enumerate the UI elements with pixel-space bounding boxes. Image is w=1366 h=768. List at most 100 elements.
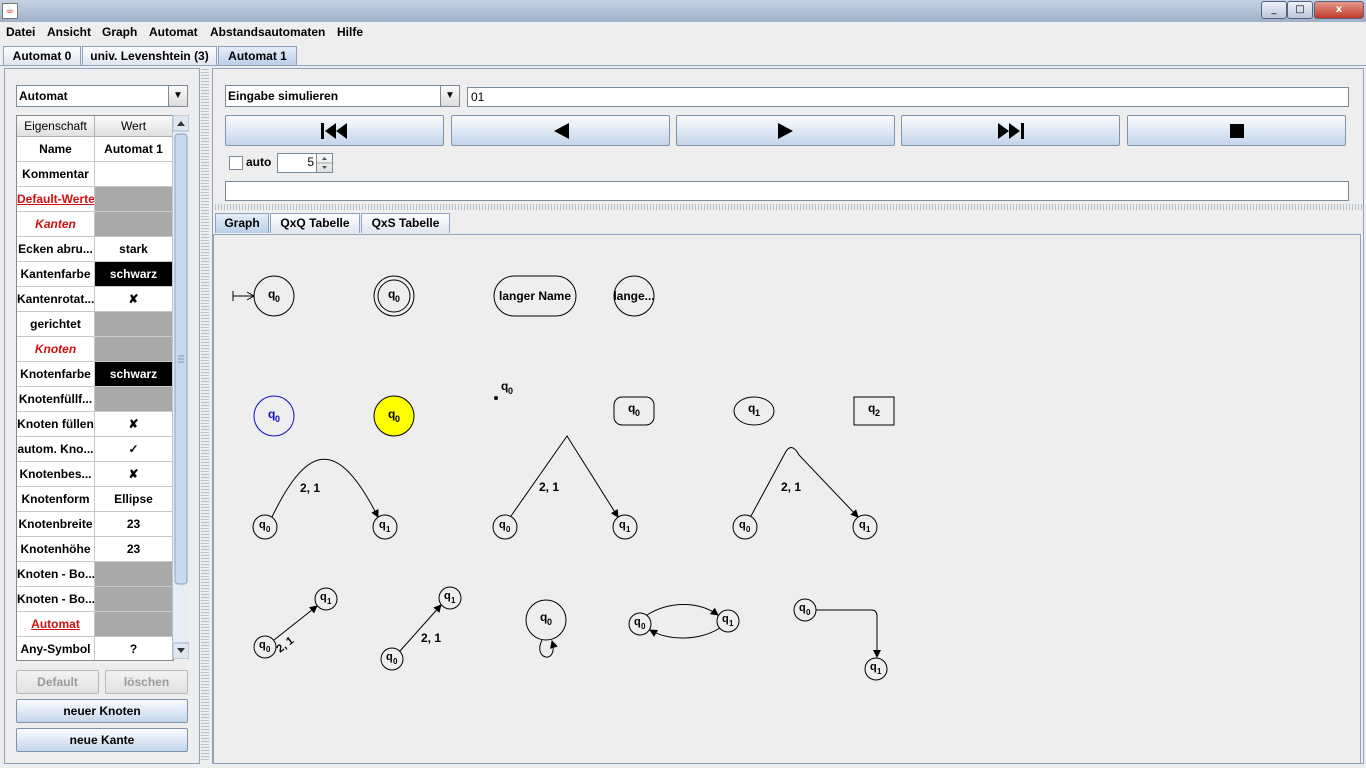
table-row[interactable]: Knotenhöhe 23 — [17, 537, 173, 562]
section-header-automaton[interactable]: Automat — [17, 612, 95, 637]
property-value[interactable]: Automat 1 — [95, 137, 173, 162]
node-label: q — [259, 519, 266, 531]
vertical-splitter[interactable] — [201, 68, 209, 762]
table-row[interactable]: Any-Symbol? — [17, 637, 173, 660]
section-header-default-values[interactable]: Default-Werte — [17, 187, 95, 212]
step-back-button[interactable] — [451, 115, 670, 146]
table-row[interactable]: gerichtet — [17, 312, 173, 337]
table-row[interactable]: Kanten — [17, 212, 173, 237]
column-header-value[interactable]: Wert — [95, 116, 173, 137]
simulation-input-field[interactable]: 01 — [467, 87, 1349, 107]
long-name-node[interactable]: langer Name — [493, 275, 577, 317]
start-state-node[interactable]: q 0 — [232, 275, 295, 317]
table-row[interactable]: Automat — [17, 612, 173, 637]
filled-yellow-node[interactable]: q 0 — [373, 395, 415, 437]
table-row[interactable]: Knoten - Bo... — [17, 562, 173, 587]
auto-speed-spinner[interactable]: 5 — [277, 153, 333, 173]
rounded-corner-edge-example[interactable]: q 0 q 1 2, 1 — [732, 447, 878, 540]
table-row[interactable]: Knotenfarbe schwarz — [17, 362, 173, 387]
property-value[interactable]: Ellipse — [95, 487, 173, 512]
tab-qxs-table[interactable]: QxS Tabelle — [361, 213, 450, 233]
property-value[interactable]: schwarz — [95, 362, 173, 387]
new-node-button[interactable]: neuer Knoten — [16, 699, 188, 723]
stop-button[interactable] — [1127, 115, 1346, 146]
section-header-nodes[interactable]: Knoten — [17, 337, 95, 362]
new-edge-button[interactable]: neue Kante — [16, 728, 188, 752]
property-value[interactable]: ✘ — [95, 462, 173, 487]
property-value[interactable]: ✘ — [95, 412, 173, 437]
property-name: Knotenhöhe — [17, 537, 95, 562]
table-row[interactable]: Knotenbes... ✘ — [17, 462, 173, 487]
property-scope-select[interactable]: Automat ▼ — [16, 85, 188, 107]
property-value[interactable]: ✓ — [95, 437, 173, 462]
auto-checkbox[interactable] — [229, 156, 243, 170]
menu-datei[interactable]: Datei — [6, 25, 35, 39]
minimize-button[interactable]: _ — [1261, 1, 1287, 19]
tab-univ-levenshtein[interactable]: univ. Levenshtein (3) — [82, 46, 217, 65]
table-row[interactable]: Kommentar — [17, 162, 173, 187]
blue-node[interactable]: q 0 — [253, 395, 295, 437]
property-name: Kantenrotat... — [17, 287, 95, 312]
menu-hilfe[interactable]: Hilfe — [337, 25, 363, 39]
graph-canvas[interactable]: q 0 q 0 langer Name lange... q 0 q 0 q 0… — [213, 234, 1361, 764]
skip-to-end-button[interactable] — [901, 115, 1120, 146]
step-forward-button[interactable] — [676, 115, 895, 146]
tab-automat-1[interactable]: Automat 1 — [218, 46, 297, 65]
section-header-edges[interactable]: Kanten — [17, 212, 95, 237]
straight-edge-example[interactable]: q 0 q 1 2, 1 — [380, 586, 462, 671]
delete-button[interactable]: löschen — [105, 670, 188, 694]
close-button[interactable]: x — [1314, 1, 1364, 19]
property-value[interactable]: 23 — [95, 537, 173, 562]
table-row[interactable]: Knotenform Ellipse — [17, 487, 173, 512]
ellipse-node[interactable]: q 1 — [733, 396, 775, 426]
chevron-down-icon[interactable]: ▼ — [440, 86, 459, 106]
rectangle-node[interactable]: q 2 — [853, 396, 895, 426]
table-row[interactable]: Knotenbreite 23 — [17, 512, 173, 537]
curved-edge-example[interactable]: q 0 q 1 2, 1 — [252, 459, 398, 540]
angular-edge-example[interactable]: q 0 q 1 2, 1 — [492, 435, 638, 540]
property-value[interactable]: stark — [95, 237, 173, 262]
property-value[interactable]: ? — [95, 637, 173, 660]
table-row[interactable]: Kantenfarbe schwarz — [17, 262, 173, 287]
table-row[interactable]: Knoten - Bo... — [17, 587, 173, 612]
orthogonal-edge-example[interactable]: q 0 q 1 — [793, 598, 888, 681]
spinner-arrows[interactable] — [316, 154, 332, 172]
tab-qxq-table[interactable]: QxQ Tabelle — [270, 213, 360, 233]
final-state-node[interactable]: q 0 — [373, 275, 415, 317]
menu-abstandsautomaten[interactable]: Abstandsautomaten — [210, 25, 325, 39]
node-label-subscript: 0 — [275, 294, 280, 304]
rotated-label-edge-example[interactable]: q 0 q 1 2, 1 — [253, 587, 338, 659]
horizontal-splitter[interactable] — [213, 204, 1363, 210]
bidirectional-edges-example[interactable]: q 0 q 1 — [628, 604, 740, 639]
column-header-property[interactable]: Eigenschaft — [17, 116, 95, 137]
property-value[interactable]: 23 — [95, 512, 173, 537]
table-row[interactable]: Name Automat 1 — [17, 137, 173, 162]
point-node[interactable]: q 0 — [494, 379, 513, 400]
self-loop-example[interactable]: q 0 — [525, 599, 567, 658]
table-row[interactable]: Default-Werte — [17, 187, 173, 212]
table-row[interactable]: Ecken abru... stark — [17, 237, 173, 262]
menu-automat[interactable]: Automat — [149, 25, 198, 39]
menu-ansicht[interactable]: Ansicht — [47, 25, 91, 39]
table-row[interactable]: Knoten füllen ✘ — [17, 412, 173, 437]
skip-to-start-button[interactable] — [225, 115, 444, 146]
tab-automat-0[interactable]: Automat 0 — [3, 46, 81, 65]
chevron-down-icon[interactable]: ▼ — [168, 86, 187, 106]
table-row[interactable]: autom. Kno... ✓ — [17, 437, 173, 462]
table-row[interactable]: Knotenfüllf... — [17, 387, 173, 412]
property-table-scrollbar[interactable] — [172, 114, 190, 660]
maximize-button[interactable]: □ — [1287, 1, 1313, 19]
property-value[interactable]: schwarz — [95, 262, 173, 287]
table-row[interactable]: Kantenrotat... ✘ — [17, 287, 173, 312]
simulation-mode-select[interactable]: Eingabe simulieren ▼ — [225, 85, 460, 107]
rounded-rect-node[interactable]: q 0 — [613, 396, 655, 426]
window-titlebar[interactable]: ☕ _ □ x — [0, 0, 1366, 22]
truncated-name-node[interactable]: lange... — [613, 275, 655, 317]
table-row[interactable]: Knoten — [17, 337, 173, 362]
tab-graph[interactable]: Graph — [215, 213, 269, 233]
menu-graph[interactable]: Graph — [102, 25, 137, 39]
default-button[interactable]: Default — [16, 670, 99, 694]
property-value[interactable]: ✘ — [95, 287, 173, 312]
property-value[interactable] — [95, 162, 173, 187]
node-label-subscript: 1 — [755, 408, 760, 418]
